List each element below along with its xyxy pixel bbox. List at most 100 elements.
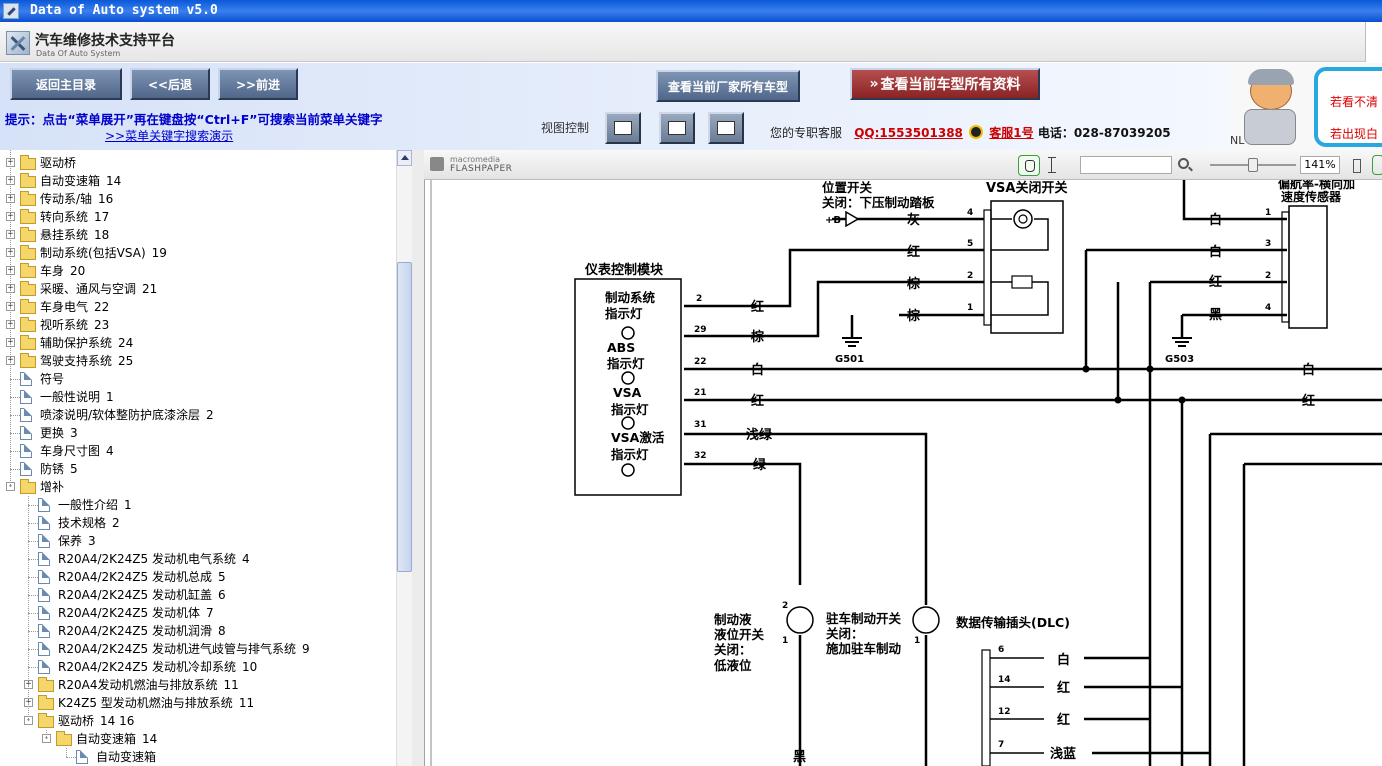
all-models-button[interactable]: 查看当前厂家所有车型 — [656, 70, 800, 102]
tree-item[interactable]: 自动变速箱 — [0, 748, 396, 766]
back-button[interactable]: <<后退 — [130, 68, 210, 100]
tree-item-label: 采暖、通风与空调 21 — [40, 280, 157, 298]
tree-item[interactable]: + 车身电气 22 — [0, 298, 396, 316]
tree-item[interactable]: 一般性介绍 1 — [0, 496, 396, 514]
tree-item[interactable]: 防锈 5 — [0, 460, 396, 478]
tree-item[interactable]: - 驱动桥 14 16 — [0, 712, 396, 730]
pin-number: 29 — [694, 325, 707, 335]
tree-item[interactable]: + R20A4发动机燃油与排放系统 11 — [0, 676, 396, 694]
view-expand-left-button[interactable] — [708, 112, 744, 144]
tree-item[interactable]: - 自动变速箱 14 — [0, 730, 396, 748]
tree-item-text: 驱动桥 — [40, 156, 77, 170]
tree-item[interactable]: + K24Z5 型发动机燃油与排放系统 11 — [0, 694, 396, 712]
tree-connector — [10, 397, 20, 398]
back-home-button[interactable]: 返回主目录 — [10, 68, 122, 100]
viewer-search-input[interactable] — [1080, 156, 1172, 174]
tree-item-text: 更换 — [40, 426, 65, 440]
tree-item-label: 喷漆说明/软体整防护底漆涂层 2 — [40, 406, 214, 424]
pin-number: 4 — [967, 208, 973, 218]
tree-item-text: 车身尺寸图 — [40, 444, 101, 458]
tree-item[interactable]: - 增补 — [0, 478, 396, 496]
forward-button[interactable]: >>前进 — [218, 68, 298, 100]
tree-item-text: 防锈 — [40, 462, 65, 476]
tree-scrollbar[interactable] — [396, 150, 412, 766]
fit-page-icon[interactable] — [1372, 155, 1382, 175]
qq-link[interactable]: QQ:1553501388 — [854, 126, 963, 140]
ad-bubble: 若看不清 若出现白 — [1314, 67, 1382, 147]
tree-item[interactable]: + 驾驶支持系统 25 — [0, 352, 396, 370]
vsa-off-switch-label: VSA关闭开关 — [986, 180, 1068, 196]
tree-item[interactable]: + 转向系统 17 — [0, 208, 396, 226]
tree-item[interactable]: 喷漆说明/软体整防护底漆涂层 2 — [0, 406, 396, 424]
tree-item[interactable]: 技术规格 2 — [0, 514, 396, 532]
tree-item[interactable]: 一般性说明 1 — [0, 388, 396, 406]
tree-item[interactable]: + 传动系/轴 16 — [0, 190, 396, 208]
all-docs-button[interactable]: » 查看当前车型所有资料 — [850, 68, 1040, 100]
ad-line-1: 若看不清 — [1330, 95, 1379, 109]
tree-item[interactable]: R20A4/2K24Z5 发动机总成 5 — [0, 568, 396, 586]
mod-brake-b: 指示灯 — [605, 306, 643, 321]
tree-item[interactable]: R20A4/2K24Z5 发动机冷却系统 10 — [0, 658, 396, 676]
scroll-thumb[interactable] — [397, 262, 412, 572]
tree-item[interactable]: R20A4/2K24Z5 发动机体 7 — [0, 604, 396, 622]
document-icon — [38, 534, 50, 548]
tree-item[interactable]: 保养 3 — [0, 532, 396, 550]
brand-title: 汽车维修技术支持平台 — [35, 33, 175, 49]
text-select-icon[interactable] — [1048, 157, 1059, 173]
hand-tool-icon[interactable] — [1018, 155, 1040, 176]
folder-icon — [20, 245, 36, 260]
tree-connector — [10, 469, 20, 470]
folder-icon — [38, 713, 54, 728]
panel-splitter[interactable] — [412, 150, 424, 766]
service-agent-link[interactable]: 客服1号 — [989, 126, 1033, 140]
tree-item[interactable]: + 采暖、通风与空调 21 — [0, 280, 396, 298]
search-icon[interactable] — [1178, 158, 1189, 169]
tree-item-number: 18 — [94, 228, 110, 242]
tree-item[interactable]: 符号 — [0, 370, 396, 388]
zoom-level[interactable]: 141% — [1300, 156, 1340, 174]
tree-item[interactable]: + 制动系统(包括VSA) 19 — [0, 244, 396, 262]
viewer-toolbar: macromedia FLASHPAPER 141% — [424, 150, 1382, 180]
flashpaper-viewer: macromedia FLASHPAPER 141% 仪表控制模块 制动系统 指… — [424, 150, 1382, 766]
tree-item[interactable]: R20A4/2K24Z5 发动机润滑 8 — [0, 622, 396, 640]
pin-number: 4 — [1265, 303, 1271, 313]
tree-item-label: 视听系统 23 — [40, 316, 109, 334]
tree-item[interactable]: + 自动变速箱 14 — [0, 172, 396, 190]
dlc-label: 数据传输插头(DLC) — [955, 615, 1070, 630]
tree-item[interactable]: + 车身 20 — [0, 262, 396, 280]
view-expand-right-button[interactable] — [605, 112, 641, 144]
tree-item-text: R20A4发动机燃油与排放系统 — [58, 678, 218, 692]
zoom-slider-thumb[interactable] — [1248, 158, 1258, 172]
tree-item[interactable]: + 悬挂系统 18 — [0, 226, 396, 244]
flashpaper-logo-icon — [430, 157, 444, 171]
tree-item[interactable]: + 驱动桥 — [0, 154, 396, 172]
tree-item-text: 车身 — [40, 264, 65, 278]
view-split-button[interactable] — [659, 112, 695, 144]
folder-icon — [20, 155, 36, 170]
tree-item[interactable]: 更换 3 — [0, 424, 396, 442]
tree-item[interactable]: + 辅助保护系统 24 — [0, 334, 396, 352]
fluid-switch-d: 低液位 — [713, 658, 752, 673]
tree-item-text: 自动变速箱 — [96, 750, 157, 764]
tree-item[interactable]: R20A4/2K24Z5 发动机进气歧管与排气系统 9 — [0, 640, 396, 658]
search-demo-link[interactable]: >>菜单关键字搜索演示 — [105, 127, 233, 144]
tree-item-number: 14 — [142, 732, 158, 746]
ad-banner[interactable]: 若看不清 若出现白 NL — [1230, 63, 1382, 150]
tree-connector — [28, 667, 38, 668]
plus-b-label: +B — [825, 215, 841, 226]
wire-color: 棕 — [906, 308, 920, 324]
tree-item-text: 驾驶支持系统 — [40, 354, 113, 368]
tree-item[interactable]: R20A4/2K24Z5 发动机缸盖 6 — [0, 586, 396, 604]
mod-brake-a: 制动系统 — [605, 290, 656, 305]
tree-item[interactable]: 车身尺寸图 4 — [0, 442, 396, 460]
fluid-switch-b: 液位开关 — [714, 627, 765, 642]
tree-item-text: R20A4/2K24Z5 发动机缸盖 — [58, 588, 212, 602]
fit-width-icon[interactable] — [1348, 157, 1364, 173]
folder-icon — [38, 677, 54, 692]
tree-item[interactable]: R20A4/2K24Z5 发动机电气系统 4 — [0, 550, 396, 568]
tree-item[interactable]: + 视听系统 23 — [0, 316, 396, 334]
wire-color: 红 — [1057, 712, 1070, 728]
scroll-up-arrow-icon[interactable] — [397, 150, 412, 166]
tree-item-text: R20A4/2K24Z5 发动机进气歧管与排气系统 — [58, 642, 296, 656]
tree-item-label: R20A4/2K24Z5 发动机总成 5 — [58, 568, 226, 586]
